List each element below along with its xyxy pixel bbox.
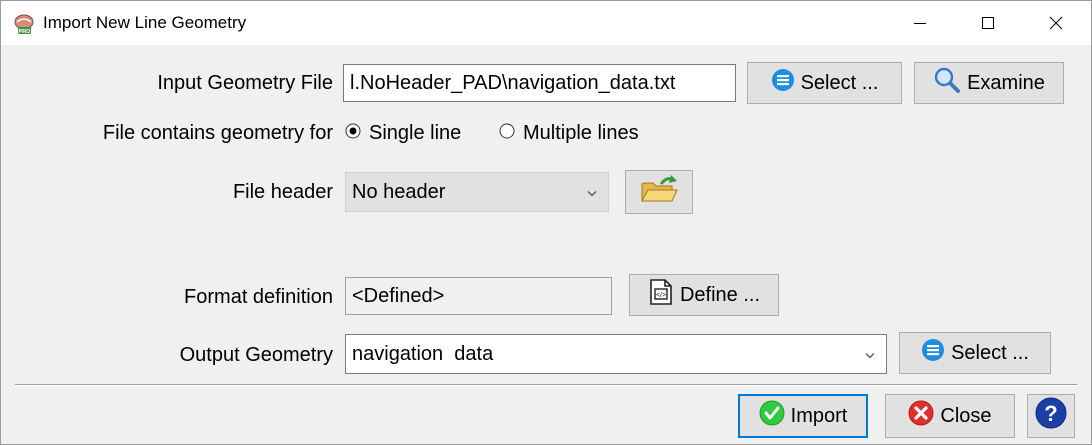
output-geometry-value: navigation data (352, 342, 494, 365)
list-icon (921, 338, 945, 368)
output-select-label: Select ... (951, 341, 1029, 364)
svg-text:PRO: PRO (19, 29, 32, 35)
open-folder-icon (639, 174, 679, 210)
close-label: Close (940, 404, 992, 427)
chevron-down-icon (864, 343, 876, 366)
format-definition-value: <Defined> (352, 284, 445, 307)
window-title: Import New Line Geometry (43, 13, 247, 32)
output-geometry-combobox[interactable]: navigation data (345, 334, 887, 374)
magnifier-icon (933, 66, 961, 100)
maximize-button[interactable] (965, 1, 1011, 45)
output-geometry-label: Output Geometry (179, 344, 333, 366)
footer-divider-highlight (15, 385, 1077, 386)
examine-button[interactable]: Examine (914, 62, 1064, 104)
close-window-button[interactable] (1033, 1, 1079, 45)
open-header-button[interactable] (625, 170, 693, 214)
help-button[interactable]: ? (1027, 394, 1075, 438)
input-file-label: Input Geometry File (157, 72, 333, 94)
svg-text:?: ? (1044, 401, 1057, 426)
list-icon (771, 68, 795, 98)
close-button[interactable]: Close (885, 394, 1015, 438)
radio-selected-icon (345, 122, 361, 145)
define-label: Define ... (679, 283, 761, 306)
file-header-value: No header (352, 180, 446, 203)
app-logo-icon: PRO (13, 13, 35, 35)
radio-unselected-icon (499, 122, 515, 145)
radio-single-line[interactable]: Single line (345, 122, 461, 145)
import-label: Import (790, 404, 848, 427)
dialog-window: PRO Import New Line Geometry Input Geome… (0, 0, 1092, 445)
help-icon: ? (1035, 397, 1067, 435)
minimize-button[interactable] (897, 1, 943, 45)
input-select-label: Select ... (800, 71, 879, 94)
format-definition-label: Format definition (184, 286, 333, 308)
input-file-value: l.NoHeader_PAD\navigation_data.txt (350, 71, 676, 94)
radio-single-label: Single line (369, 122, 462, 144)
import-button[interactable]: Import (738, 394, 868, 438)
input-select-button[interactable]: Select ... (747, 62, 902, 104)
document-code-icon: </> (648, 278, 674, 312)
radio-multiple-lines[interactable]: Multiple lines (499, 122, 639, 145)
radio-multiple-label: Multiple lines (523, 122, 639, 144)
check-icon (759, 400, 785, 432)
output-select-button[interactable]: Select ... (899, 332, 1051, 374)
input-file-field[interactable]: l.NoHeader_PAD\navigation_data.txt (343, 64, 736, 102)
cancel-x-icon (908, 400, 934, 432)
file-header-label: File header (232, 181, 333, 203)
format-definition-field: <Defined> (345, 277, 612, 315)
geometry-for-label: File contains geometry for (102, 122, 333, 144)
file-header-dropdown[interactable]: No header (345, 172, 609, 212)
examine-label: Examine (967, 71, 1045, 94)
svg-text:</>: </> (656, 292, 666, 299)
chevron-down-icon (586, 181, 598, 204)
define-button[interactable]: </> Define ... (629, 274, 779, 316)
title-bar: PRO Import New Line Geometry (1, 1, 1091, 45)
